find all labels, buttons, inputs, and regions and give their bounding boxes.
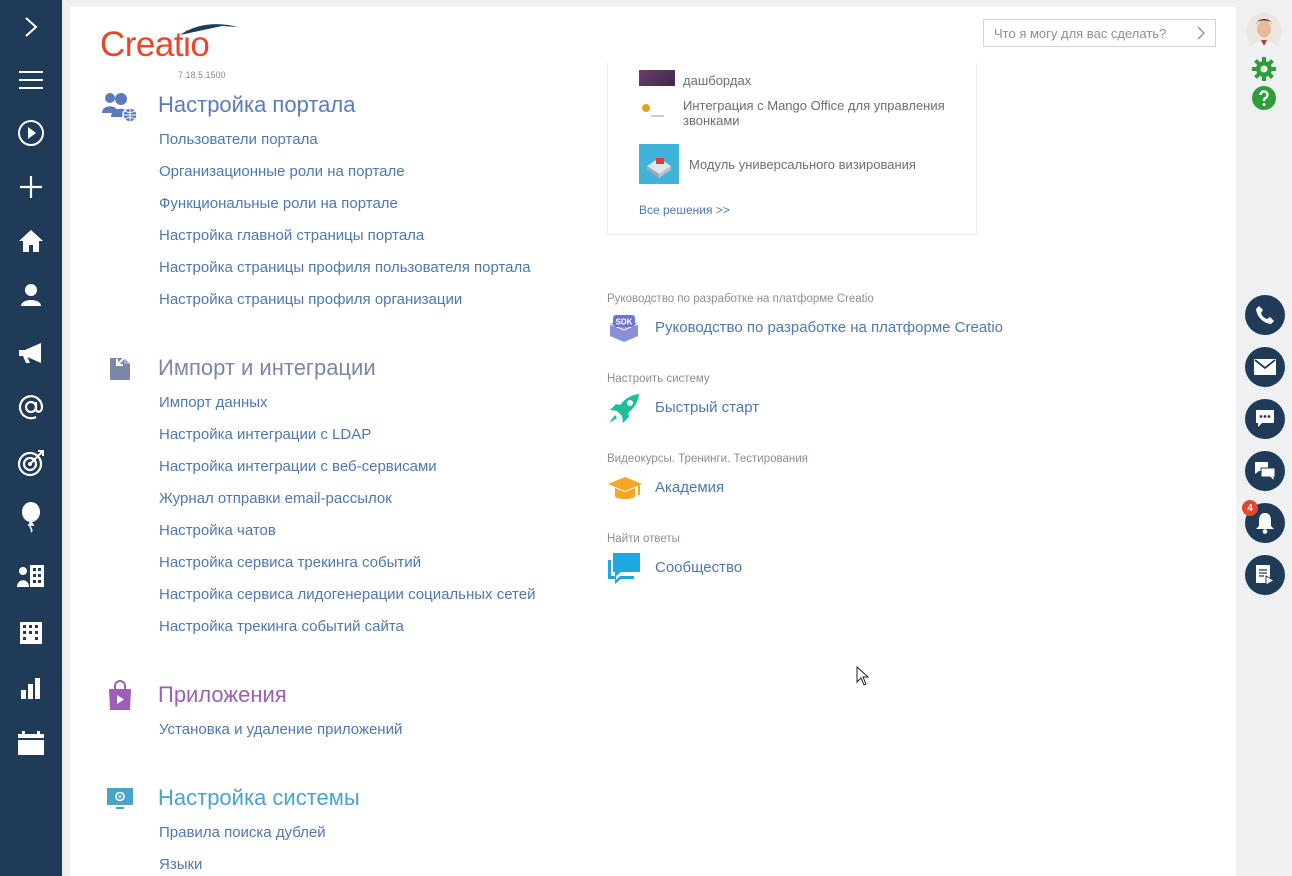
chevron-right-icon[interactable] xyxy=(1197,26,1205,40)
link-portal-user-profile[interactable]: Настройка страницы профиля пользователя … xyxy=(159,259,531,276)
sdk-icon: SDK xyxy=(607,314,641,347)
logo-swoosh-icon xyxy=(180,24,238,35)
solution-thumbnail xyxy=(639,70,675,86)
home-icon[interactable] xyxy=(0,218,62,264)
bar-chart-icon[interactable] xyxy=(0,665,62,711)
link-event-tracking-service[interactable]: Настройка сервиса трекинга событий xyxy=(159,554,421,571)
link-portal-users[interactable]: Пользователи портала xyxy=(159,131,318,148)
right-panel: 4 xyxy=(1238,0,1292,876)
section-title-portal: Настройка портала xyxy=(158,92,356,117)
calendar-icon[interactable] xyxy=(0,720,62,766)
solution-item-visa[interactable]: Модуль универсального визирования xyxy=(689,157,916,172)
command-search-input[interactable] xyxy=(994,25,1194,41)
gear-icon[interactable] xyxy=(1252,57,1276,86)
visa-module-thumbnail xyxy=(639,144,679,184)
plus-icon[interactable] xyxy=(0,164,62,210)
megaphone-icon[interactable] xyxy=(0,330,62,376)
link-email-log[interactable]: Журнал отправки email-рассылок xyxy=(159,490,392,507)
link-web-services-integration[interactable]: Настройка интеграции с веб-сервисами xyxy=(159,458,437,475)
graduation-cap-icon xyxy=(607,475,643,508)
link-chats-setup[interactable]: Настройка чатов xyxy=(159,522,276,539)
play-icon[interactable] xyxy=(0,110,62,156)
link-install-apps[interactable]: Установка и удаление приложений xyxy=(159,721,402,738)
all-solutions-link[interactable]: Все решения >> xyxy=(639,203,730,217)
link-portal-org-profile[interactable]: Настройка страницы профиля организации xyxy=(159,291,462,308)
link-community[interactable]: Сообщество xyxy=(655,559,742,576)
section-title-system: Настройка системы xyxy=(158,785,360,810)
messages-icon[interactable] xyxy=(1245,451,1285,491)
mango-office-logo xyxy=(641,102,665,122)
svg-text:SDK: SDK xyxy=(616,318,633,327)
app-version: 7.18.5.1500 xyxy=(178,70,226,80)
solutions-card: дашбордах Интеграция с Mango Office для … xyxy=(607,63,977,235)
resource-caption-academy: Видеокурсы. Тренинги. Тестирования xyxy=(607,453,808,465)
left-navigation xyxy=(0,0,62,876)
section-title-import: Импорт и интеграции xyxy=(158,355,376,380)
resource-caption-setup: Настроить систему xyxy=(607,373,710,385)
resource-caption-sdk: Руководство по разработке на платформе C… xyxy=(607,293,874,305)
contacts-building-icon[interactable] xyxy=(0,553,62,599)
link-site-event-tracking[interactable]: Настройка трекинга событий сайта xyxy=(159,618,404,635)
shopping-bag-icon xyxy=(106,679,134,716)
document-play-icon[interactable] xyxy=(1245,555,1285,595)
creatio-logo[interactable]: Creatio 7.18.5.1500 xyxy=(100,21,240,80)
link-quick-start[interactable]: Быстрый старт xyxy=(655,399,759,416)
resource-caption-community: Найти ответы xyxy=(607,533,680,545)
email-icon[interactable] xyxy=(1245,347,1285,387)
solution-item-dashboards[interactable]: дашбордах xyxy=(683,73,751,88)
rocket-icon xyxy=(607,393,641,430)
link-academy[interactable]: Академия xyxy=(655,479,724,496)
link-portal-home-page[interactable]: Настройка главной страницы портала xyxy=(159,227,424,244)
monitor-gear-icon xyxy=(106,787,134,816)
chevron-right-icon[interactable] xyxy=(0,4,62,50)
person-icon[interactable] xyxy=(0,272,62,318)
menu-icon[interactable] xyxy=(0,57,62,103)
link-ldap-integration[interactable]: Настройка интеграции с LDAP xyxy=(159,426,371,443)
target-icon[interactable] xyxy=(0,440,62,486)
link-portal-org-roles[interactable]: Организационные роли на портале xyxy=(159,163,405,180)
link-social-leadgen[interactable]: Настройка сервиса лидогенерации социальн… xyxy=(159,586,535,603)
link-duplicate-rules[interactable]: Правила поиска дублей xyxy=(159,824,326,841)
mouse-cursor-icon xyxy=(856,666,870,686)
solution-item-mango[interactable]: Интеграция с Mango Office для управления… xyxy=(683,98,953,128)
import-icon xyxy=(108,352,134,387)
balloon-icon[interactable] xyxy=(0,494,62,540)
link-portal-func-roles[interactable]: Функциональные роли на портале xyxy=(159,195,398,212)
link-languages[interactable]: Языки xyxy=(159,856,202,873)
section-title-apps: Приложения xyxy=(158,682,287,707)
phone-icon[interactable] xyxy=(1245,295,1285,335)
link-data-import[interactable]: Импорт данных xyxy=(159,394,268,411)
avatar[interactable] xyxy=(1246,13,1282,49)
help-icon[interactable] xyxy=(1252,86,1276,115)
link-sdk-guide[interactable]: Руководство по разработке на платформе C… xyxy=(655,319,1003,336)
command-search[interactable] xyxy=(983,19,1216,47)
notifications-badge: 4 xyxy=(1242,500,1258,516)
building-icon[interactable] xyxy=(0,609,62,655)
chat-bubbles-icon xyxy=(607,552,641,591)
chat-icon[interactable] xyxy=(1245,399,1285,439)
portal-users-icon xyxy=(101,91,139,128)
at-sign-icon[interactable] xyxy=(0,384,62,430)
main-content: Creatio 7.18.5.1500 Настройка портала По… xyxy=(70,7,1236,876)
